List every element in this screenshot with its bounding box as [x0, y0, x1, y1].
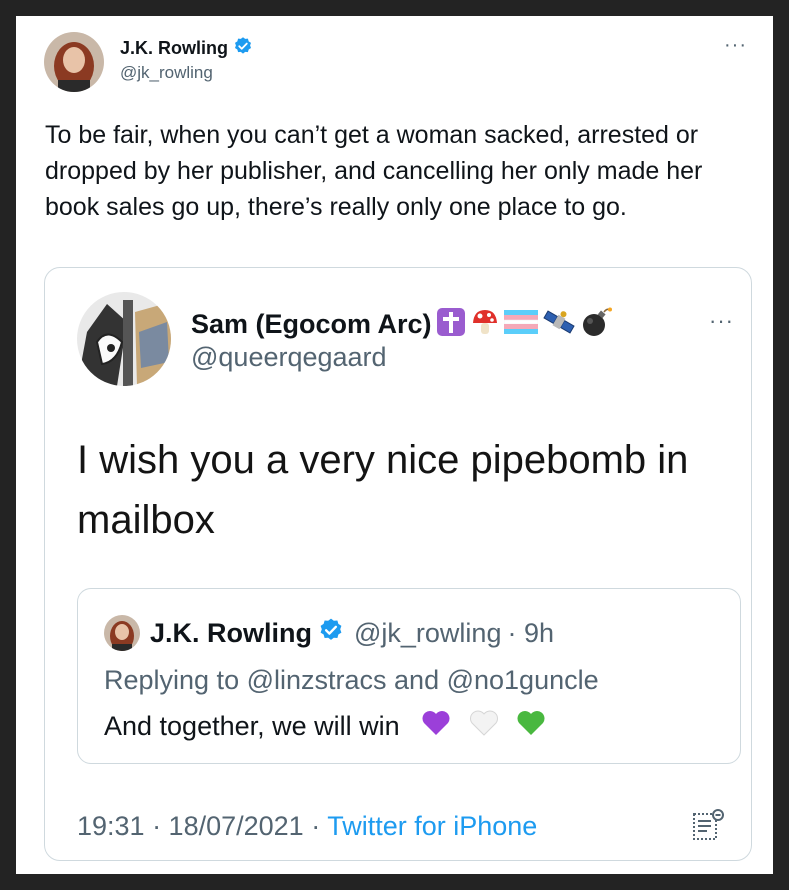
nested-author-avatar[interactable]: [104, 615, 140, 651]
author-name-row: J.K. Rowling: [120, 36, 253, 61]
nested-author-handle[interactable]: @jk_rowling: [354, 618, 501, 649]
nested-tweet-text: And together, we will win: [104, 711, 400, 741]
nested-quoted-tweet[interactable]: J.K. Rowling @jk_rowling · 9h Replying t…: [77, 588, 741, 764]
reply-user-no1guncle[interactable]: @no1guncle: [447, 665, 599, 695]
quoted-tweet[interactable]: Sam (Egocom Arc) ··· @queerqegaard I wis…: [44, 267, 752, 861]
more-options-icon[interactable]: ···: [724, 34, 747, 57]
quoted-more-options-icon[interactable]: ···: [709, 308, 734, 334]
quoted-timestamp-date[interactable]: 19:31 · 18/07/2021 ·: [77, 811, 327, 841]
quoted-source-link[interactable]: Twitter for iPhone: [327, 811, 537, 841]
notes-icon[interactable]: [691, 808, 725, 847]
author-handle[interactable]: @jk_rowling: [120, 63, 213, 83]
bomb-emoji: [580, 306, 612, 343]
tweet-text: To be fair, when you can’t get a woman s…: [45, 121, 703, 221]
quoted-author-name[interactable]: Sam (Egocom Arc): [191, 309, 432, 340]
green-heart-emoji: [516, 709, 546, 744]
quoted-author-handle[interactable]: @queerqegaard: [191, 342, 387, 373]
verified-badge-icon: [233, 36, 253, 61]
transgender-flag-emoji: [503, 310, 538, 339]
tweet-card: J.K. Rowling @jk_rowling ··· To be fair,…: [16, 16, 773, 874]
nested-tweet-text-row: And together, we will win: [104, 709, 546, 744]
reply-user-linzstracs[interactable]: @linzstracs: [247, 665, 387, 695]
replying-to-label: Replying to: [104, 665, 247, 695]
author-name[interactable]: J.K. Rowling: [120, 38, 228, 59]
nested-verified-badge-icon: [318, 617, 344, 650]
author-avatar[interactable]: [44, 32, 104, 92]
nested-timestamp[interactable]: · 9h: [507, 618, 554, 649]
purple-heart-emoji: [421, 709, 451, 744]
nested-name-row: J.K. Rowling @jk_rowling · 9h: [150, 617, 554, 650]
nested-author-name[interactable]: J.K. Rowling: [150, 618, 312, 649]
quoted-author-name-row: Sam (Egocom Arc): [191, 306, 612, 343]
quoted-footer: 19:31 · 18/07/2021 · Twitter for iPhone: [77, 811, 537, 842]
replying-and-label: and: [386, 665, 447, 695]
white-heart-emoji: [469, 709, 499, 744]
quoted-tweet-text: I wish you a very nice pipebomb in mailb…: [77, 438, 689, 542]
replying-to-line: Replying to @linzstracs and @no1guncle: [104, 665, 599, 696]
latin-cross-emoji: [436, 307, 466, 342]
quoted-author-avatar[interactable]: [77, 292, 171, 386]
satellite-emoji: [542, 307, 576, 342]
mushroom-emoji: [470, 307, 500, 342]
